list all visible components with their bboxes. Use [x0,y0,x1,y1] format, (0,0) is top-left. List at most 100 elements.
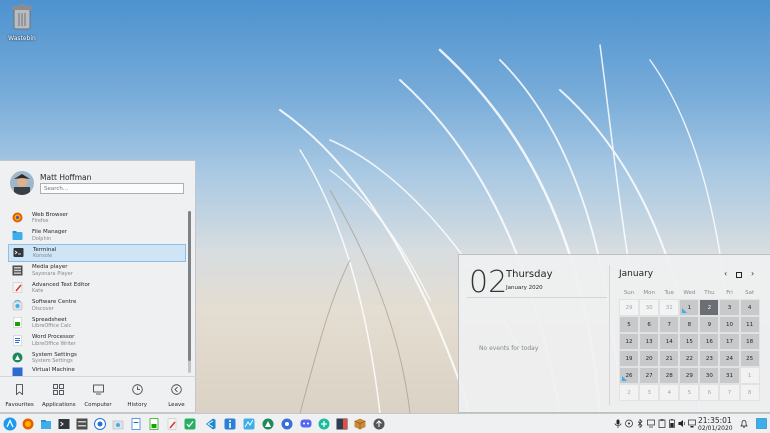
disc-icon[interactable] [625,419,633,428]
clock-time[interactable]: 21:35:01 [698,416,732,425]
favourites-list: Web Browser Firefox File Manager Dolphin T… [8,209,186,376]
list-item-word-processor[interactable]: Word Processor LibreOffice Writer [8,332,186,350]
calendar-day[interactable]: 8 [679,316,700,333]
previous-month-button[interactable]: ‹ [724,269,727,278]
calendar-day[interactable]: 7 [719,384,740,401]
calendar-day[interactable]: 29 [619,299,640,316]
clipboard-icon[interactable] [658,419,666,428]
avatar[interactable] [10,171,34,195]
calendar-day[interactable]: 8 [739,384,760,401]
calendar-day[interactable]: 5 [679,384,700,401]
display-icon[interactable] [647,419,655,428]
tab-computer[interactable]: Computer [78,377,117,414]
calendar-day[interactable]: 30 [699,367,720,384]
plus-circle-icon[interactable] [318,418,330,430]
vscode-icon[interactable] [204,418,216,430]
network-app-icon[interactable] [281,418,293,430]
text-editor-icon[interactable] [166,418,178,430]
document-icon[interactable] [130,418,142,430]
calendar-day[interactable]: 22 [679,350,700,367]
calendar-day-today[interactable]: 2 [699,299,720,316]
info-icon[interactable] [224,418,236,430]
calendar-day[interactable]: 31 [719,367,740,384]
calendar-day[interactable]: 30 [639,299,660,316]
chat-icon[interactable] [300,418,312,430]
month-title[interactable]: January [619,269,653,279]
list-item-file-manager[interactable]: File Manager Dolphin [8,227,186,245]
microphone-icon[interactable] [614,419,622,428]
search-input[interactable] [40,183,184,194]
spreadsheet-icon[interactable] [148,418,160,430]
calendar-day[interactable]: 1 [679,299,700,316]
firefox-icon[interactable] [22,418,34,430]
browser-icon[interactable] [94,418,106,430]
calendar-day[interactable]: 7 [659,316,680,333]
list-item-spreadsheet[interactable]: Spreadsheet LibreOffice Calc [8,314,186,332]
calendar-day[interactable]: 6 [639,316,660,333]
calendar-day[interactable]: 20 [639,350,660,367]
network-icon[interactable] [688,419,696,428]
calendar-day[interactable]: 19 [619,350,640,367]
battery-icon[interactable] [668,419,676,428]
list-item-text-editor[interactable]: Advanced Text Editor Kate [8,279,186,297]
today-button[interactable] [736,271,742,280]
terminal-alt-icon[interactable] [336,418,348,430]
calendar-day[interactable]: 24 [719,350,740,367]
notifications-icon[interactable] [740,419,748,428]
calendar-day[interactable]: 10 [719,316,740,333]
calendar-day[interactable]: 28 [659,367,680,384]
scrollbar-thumb[interactable] [188,211,191,361]
calendar-day[interactable]: 16 [699,333,720,350]
calendar-day[interactable]: 5 [619,316,640,333]
calendar-day[interactable]: 2 [619,384,640,401]
calendar-day[interactable]: 4 [739,299,760,316]
calendar-day[interactable]: 17 [719,333,740,350]
list-item-terminal[interactable]: Terminal Konsole [8,244,186,262]
chart-app-icon[interactable] [243,418,255,430]
calendar-day[interactable]: 23 [699,350,720,367]
file-manager-icon[interactable] [40,418,52,430]
calendar-day[interactable]: 6 [699,384,720,401]
calendar-day[interactable]: 9 [699,316,720,333]
list-item-software-centre[interactable]: Software Centre Discover [8,297,186,315]
volume-icon[interactable] [678,419,686,428]
calendar-day[interactable]: 13 [639,333,660,350]
calendar-day[interactable]: 3 [719,299,740,316]
launcher-scrollbar[interactable] [188,211,191,373]
calendar-day[interactable]: 11 [739,316,760,333]
show-desktop-icon[interactable] [756,418,767,429]
calendar-day[interactable]: 31 [659,299,680,316]
calendar-day[interactable]: 27 [639,367,660,384]
settings-icon[interactable] [262,418,274,430]
calendar-day[interactable]: 25 [739,350,760,367]
software-centre-icon[interactable] [112,418,124,430]
upload-icon[interactable] [373,418,385,430]
list-item-web-browser[interactable]: Web Browser Firefox [8,209,186,227]
calendar-day[interactable]: 15 [679,333,700,350]
list-item-media-player[interactable]: Media player Sayonara Player [8,262,186,280]
tab-history[interactable]: History [118,377,157,414]
tab-favourites[interactable]: Favourites [0,377,39,414]
calendar-day[interactable]: 1 [739,367,760,384]
desktop-wastebin[interactable]: Wastebin [4,4,40,42]
bluetooth-icon[interactable] [636,419,644,428]
check-icon[interactable] [184,418,196,430]
next-month-button[interactable]: › [751,269,754,278]
calendar-day[interactable]: 3 [639,384,660,401]
calendar-day[interactable]: 12 [619,333,640,350]
tab-applications[interactable]: Applications [39,377,78,414]
clock-date[interactable]: 02/01/2020 [698,425,733,432]
terminal-icon[interactable] [58,418,70,430]
launcher-button-icon[interactable] [3,417,17,431]
list-item-virtual-machine[interactable]: Virtual Machine [8,367,186,376]
calendar-day[interactable]: 21 [659,350,680,367]
calendar-day[interactable]: 26 [619,367,640,384]
package-icon[interactable] [354,418,366,430]
calendar-day[interactable]: 29 [679,367,700,384]
tab-leave[interactable]: Leave [157,377,196,414]
list-item-system-settings[interactable]: System Settings System Settings [8,349,186,367]
calendar-day[interactable]: 4 [659,384,680,401]
calendar-day[interactable]: 14 [659,333,680,350]
media-player-icon[interactable] [76,418,88,430]
calendar-day[interactable]: 18 [739,333,760,350]
